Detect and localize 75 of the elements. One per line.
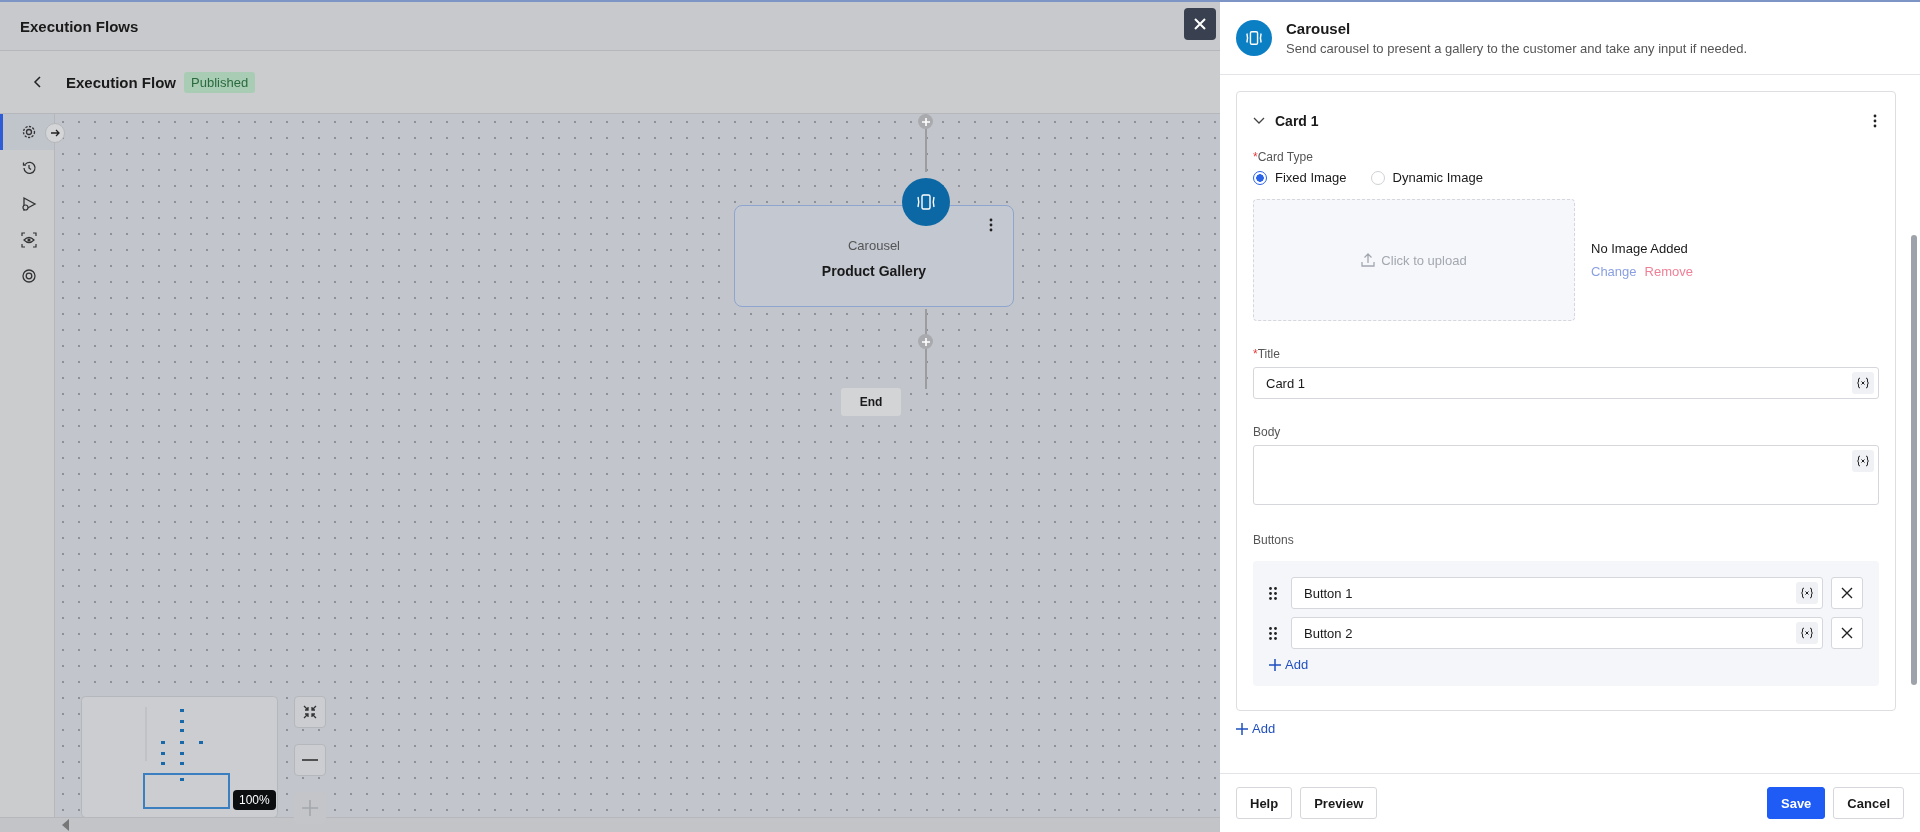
close-icon (1841, 587, 1853, 599)
variable-icon (1857, 455, 1869, 467)
collapse-icon (303, 705, 317, 719)
arrow-right-icon (50, 128, 60, 138)
variable-icon (1801, 627, 1813, 639)
fit-view-button[interactable] (294, 696, 326, 728)
zoom-level: 100% (233, 790, 276, 810)
save-button[interactable]: Save (1767, 787, 1826, 819)
help-button[interactable]: Help (1236, 787, 1293, 819)
cancel-button[interactable]: Cancel (1833, 787, 1904, 819)
add-button-link[interactable]: Add (1269, 657, 1309, 672)
drag-handle-icon[interactable] (1269, 586, 1277, 600)
back-icon[interactable] (32, 76, 44, 88)
image-status: No Image Added (1591, 241, 1689, 256)
carousel-node-icon (902, 178, 950, 226)
drag-handle-icon[interactable] (1269, 626, 1277, 640)
variable-icon (1857, 377, 1869, 389)
node-type: Carousel (848, 238, 900, 253)
field-label: Card Type (1257, 150, 1313, 164)
close-icon (1841, 627, 1853, 639)
plus-icon (921, 337, 930, 346)
close-button[interactable] (1184, 8, 1216, 40)
more-icon[interactable] (989, 218, 993, 232)
flow-title: Execution Flow (66, 73, 176, 91)
end-node[interactable]: End (841, 388, 901, 416)
preview-button[interactable]: Preview (1300, 787, 1378, 819)
settings-icon (20, 124, 37, 140)
play-icon (20, 196, 37, 212)
node-name: Product Gallery (821, 263, 927, 279)
eye-icon (20, 232, 37, 248)
radio-label: Dynamic Image (1392, 170, 1483, 185)
carousel-node[interactable]: Carousel Product Gallery (734, 205, 1014, 307)
radio-option[interactable]: Dynamic Image (1370, 170, 1483, 185)
field-label: Buttons (1253, 533, 1294, 547)
scrollbar-thumb[interactable] (1911, 235, 1917, 685)
plus-icon (302, 800, 318, 816)
history-icon (20, 160, 37, 176)
required-mark: * (1253, 150, 1258, 164)
field-label: Body (1253, 425, 1281, 439)
radio-option[interactable]: Fixed Image (1253, 170, 1347, 185)
close-icon (1194, 18, 1206, 30)
panel-description: Send carousel to present a gallery to the customer and take any input if needed. (1286, 41, 1748, 56)
plus-icon (1236, 722, 1248, 735)
upload-text: Click to upload (1381, 252, 1467, 268)
panel-title: Carousel (1286, 20, 1352, 37)
upload-icon (1361, 253, 1376, 267)
radio-button[interactable] (1253, 170, 1267, 185)
remove-button[interactable] (1831, 617, 1863, 649)
target-icon (20, 268, 37, 284)
zoom-out-button[interactable] (294, 744, 326, 776)
plus-icon (1269, 658, 1281, 671)
required-mark: * (1253, 347, 1258, 361)
scroll-left-icon[interactable] (62, 819, 70, 831)
title-field[interactable]: Card 1 (1253, 367, 1879, 399)
plus-icon (921, 117, 930, 126)
button-text-field[interactable]: Button 1 (1291, 577, 1823, 609)
radio-label: Fixed Image (1275, 170, 1347, 185)
add-card-link[interactable]: Add (1236, 721, 1896, 736)
more-icon[interactable] (1873, 114, 1877, 128)
variable-button[interactable] (1796, 622, 1818, 644)
variable-button[interactable] (1852, 372, 1874, 394)
carousel-icon (1236, 20, 1272, 56)
body-field[interactable] (1253, 445, 1879, 505)
variable-button[interactable] (1852, 450, 1874, 472)
variable-button[interactable] (1796, 582, 1818, 604)
rail-button[interactable] (0, 114, 54, 150)
remove-button[interactable] (1831, 577, 1863, 609)
variable-icon (1801, 587, 1813, 599)
chevron-icon[interactable] (1253, 117, 1265, 125)
field-label: Title (1257, 347, 1280, 361)
page-title: Execution Flows (20, 17, 139, 35)
button-text-field[interactable]: Button 2 (1291, 617, 1823, 649)
minus-icon (302, 759, 318, 761)
card-title: Card 1 (1275, 113, 1320, 129)
status-badge: Published (184, 71, 256, 93)
